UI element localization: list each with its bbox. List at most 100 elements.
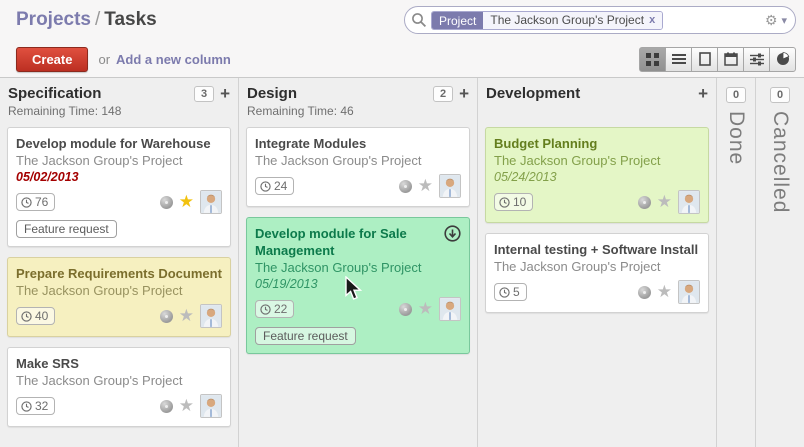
kanban-state-icon[interactable] xyxy=(160,400,173,413)
search-icon xyxy=(411,12,427,28)
star-icon[interactable]: ★ xyxy=(179,309,194,323)
list-view-button[interactable] xyxy=(665,47,692,72)
clock-icon xyxy=(21,197,32,208)
column-header[interactable]: Development + xyxy=(478,78,716,104)
form-view-button[interactable] xyxy=(691,47,718,72)
card-project: The Jackson Group's Project xyxy=(255,152,461,169)
remaining-hours-badge[interactable]: 5 xyxy=(494,283,527,301)
card-title: Internal testing + Software Install xyxy=(494,241,700,258)
pie-chart-icon xyxy=(776,52,790,66)
column-header[interactable]: Design 2 + xyxy=(239,78,477,104)
avatar[interactable] xyxy=(200,304,222,328)
task-card[interactable]: Develop module for Warehouse The Jackson… xyxy=(7,127,231,247)
avatar[interactable] xyxy=(678,190,700,214)
avatar[interactable] xyxy=(200,190,222,214)
star-icon[interactable]: ★ xyxy=(179,399,194,413)
clock-icon xyxy=(21,401,32,412)
column-design: Design 2 + Remaining Time: 46 Integrate … xyxy=(239,78,478,447)
card-title: Integrate Modules xyxy=(255,135,461,152)
avatar[interactable] xyxy=(439,174,461,198)
avatar[interactable] xyxy=(678,280,700,304)
gantt-view-button[interactable] xyxy=(743,47,770,72)
column-specification: Specification 3 + Remaining Time: 148 De… xyxy=(0,78,239,447)
kanban-state-icon[interactable] xyxy=(399,303,412,316)
task-card[interactable]: Prepare Requirements Document The Jackso… xyxy=(7,257,231,337)
card-project: The Jackson Group's Project xyxy=(16,152,222,169)
kanban-view-button[interactable] xyxy=(639,47,666,72)
kanban-state-icon[interactable] xyxy=(638,196,651,209)
card-deadline: 05/02/2013 xyxy=(16,169,222,185)
column-subtitle: Remaining Time: 46 xyxy=(239,104,477,124)
add-card-button[interactable]: + xyxy=(459,87,469,101)
star-icon[interactable]: ★ xyxy=(418,302,433,316)
list-icon xyxy=(672,53,686,65)
kanban-state-icon[interactable] xyxy=(160,310,173,323)
graph-view-button[interactable] xyxy=(769,47,796,72)
tag-badge: Feature request xyxy=(16,220,117,238)
calendar-view-button[interactable] xyxy=(717,47,744,72)
kanban-board: Specification 3 + Remaining Time: 148 De… xyxy=(0,78,804,447)
add-new-column-link[interactable]: Add a new column xyxy=(116,52,231,67)
page-title: Tasks xyxy=(104,9,156,30)
column-header[interactable]: Specification 3 + xyxy=(0,78,238,104)
create-button[interactable]: Create xyxy=(16,47,88,72)
search-facet[interactable]: Project The Jackson Group's Project x xyxy=(431,11,663,30)
top-header: Projects/Tasks Project The Jackson Group… xyxy=(0,0,804,78)
star-icon[interactable]: ★ xyxy=(179,195,194,209)
card-title: Make SRS xyxy=(16,355,222,372)
column-development: Development + Budget Planning The Jackso… xyxy=(478,78,717,447)
column-done-folded[interactable]: 0 Done xyxy=(717,78,756,447)
avatar[interactable] xyxy=(200,394,222,418)
card-project: The Jackson Group's Project xyxy=(494,258,700,275)
column-count-badge: 2 xyxy=(433,86,453,102)
column-count-badge: 3 xyxy=(194,86,214,102)
task-card[interactable]: Develop module for Sale Management The J… xyxy=(246,217,470,354)
breadcrumb: Projects/Tasks xyxy=(16,9,157,31)
kanban-state-icon[interactable] xyxy=(638,286,651,299)
column-cancelled-folded[interactable]: 0 Cancelled xyxy=(756,78,804,447)
task-card[interactable]: Integrate Modules The Jackson Group's Pr… xyxy=(246,127,470,207)
add-card-button[interactable]: + xyxy=(220,87,230,101)
star-icon[interactable]: ★ xyxy=(657,285,672,299)
remaining-hours-badge[interactable]: 10 xyxy=(494,193,533,211)
remaining-hours-badge[interactable]: 40 xyxy=(16,307,55,325)
column-title: Specification xyxy=(8,85,101,102)
task-card[interactable]: Internal testing + Software Install The … xyxy=(485,233,709,313)
facet-category-label: Project xyxy=(432,12,483,29)
column-title: Design xyxy=(247,85,297,102)
form-icon xyxy=(699,52,711,66)
card-project: The Jackson Group's Project xyxy=(494,152,700,169)
task-card[interactable]: Budget Planning The Jackson Group's Proj… xyxy=(485,127,709,223)
clock-icon xyxy=(499,287,510,298)
clock-icon xyxy=(21,311,32,322)
breadcrumb-projects-link[interactable]: Projects xyxy=(16,9,91,30)
kanban-state-icon[interactable] xyxy=(399,180,412,193)
kanban-state-icon[interactable] xyxy=(160,196,173,209)
card-title: Develop module for Sale Management xyxy=(255,225,461,259)
star-icon[interactable]: ★ xyxy=(657,195,672,209)
card-project: The Jackson Group's Project xyxy=(255,259,461,276)
task-card[interactable]: Make SRS The Jackson Group's Project 32 … xyxy=(7,347,231,427)
card-title: Prepare Requirements Document xyxy=(16,265,222,282)
column-subtitle: Remaining Time: 148 xyxy=(0,104,238,124)
remaining-hours-badge[interactable]: 24 xyxy=(255,177,294,195)
add-card-button[interactable]: + xyxy=(698,87,708,101)
gear-icon[interactable]: ⚙ xyxy=(765,13,778,27)
card-title: Budget Planning xyxy=(494,135,700,152)
search-bar[interactable]: Project The Jackson Group's Project x ⚙ … xyxy=(404,6,796,34)
column-title-vertical[interactable]: Cancelled xyxy=(768,111,792,213)
remaining-hours-badge[interactable]: 76 xyxy=(16,193,55,211)
facet-remove-button[interactable]: x xyxy=(649,14,655,26)
card-title: Develop module for Warehouse xyxy=(16,135,222,152)
kanban-grid-icon xyxy=(646,53,659,66)
card-dropdown-arrow-icon[interactable] xyxy=(444,225,461,242)
remaining-hours-badge[interactable]: 22 xyxy=(255,300,294,318)
column-title-vertical[interactable]: Done xyxy=(724,111,748,165)
star-icon[interactable]: ★ xyxy=(418,179,433,193)
clock-icon xyxy=(260,304,271,315)
remaining-hours-badge[interactable]: 32 xyxy=(16,397,55,415)
gantt-icon xyxy=(750,53,764,66)
avatar[interactable] xyxy=(439,297,461,321)
column-title: Development xyxy=(486,85,580,102)
chevron-down-icon[interactable]: ▾ xyxy=(781,14,787,27)
